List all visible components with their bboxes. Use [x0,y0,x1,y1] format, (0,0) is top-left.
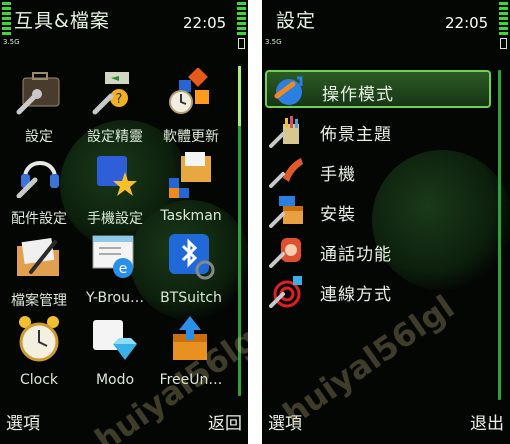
svg-text:?: ? [116,92,123,107]
softkey-back[interactable]: 返回 [208,409,242,434]
accessory-settings-icon [16,161,59,198]
profile-mode-icon [274,76,303,105]
battery-icon [500,38,507,49]
settings-item-connectivity[interactable]: 連線方式 [265,272,491,310]
call-settings-icon [269,238,301,268]
clock-time: 22:05 [445,14,489,32]
themes-icon [269,116,299,148]
grid-item-label: Taskman [160,208,222,224]
phone-icon [269,158,303,188]
scrollbar[interactable] [498,70,501,400]
battery-icon [238,38,245,49]
settings-item-installation[interactable]: 安裝 [265,192,491,230]
grid-item-clock[interactable]: Clock [0,314,78,402]
status-bar: 設定 22:05 3.5G [262,0,510,50]
grid-item-label: 設定精靈 [87,129,143,145]
connectivity-icon [269,276,302,308]
network-type: 3.5G [265,38,282,46]
settings-item-label: 安裝 [320,205,356,225]
settings-screen: 設定 22:05 3.5G 操作模式 佈景主題 手機 安裝 通話功能 連線方式 … [262,0,510,444]
web-browser-icon: e [92,235,134,278]
file-manager-icon [17,238,59,276]
settings-item-label: 佈景主題 [320,125,392,145]
grid-item-label: 軟體更新 [163,129,219,145]
page-title: 設定 [276,10,317,32]
grid-item-label: Clock [19,372,59,388]
grid-item-software-update[interactable]: 軟體更新 [152,68,230,156]
network-type: 3.5G [3,38,20,46]
grid-item-label: Y-Brou… [86,290,144,306]
grid-item-settings[interactable]: 設定 [0,68,78,156]
grid-item-file-manager[interactable]: 檔案管理 [0,232,78,320]
grid-item-label: 設定 [25,129,53,145]
grid-item-label: BTSuitch [160,290,222,306]
grid-item-label: 配件設定 [11,211,67,227]
settings-item-label: 通話功能 [320,245,392,265]
settings-wizard-icon: ? [92,72,129,115]
svg-text:e: e [119,261,128,277]
grid-item-browser[interactable]: e Y-Brou… [76,232,154,320]
settings-toolbox-icon [16,72,60,115]
signal-strength-icon [2,2,11,35]
task-manager-icon [169,152,211,198]
grid-item-label: 手機設定 [87,211,143,227]
settings-item-profile-mode[interactable]: 操作模式 [265,70,491,108]
settings-item-call-settings[interactable]: 通話功能 [265,232,491,270]
modo-gem-icon [93,320,137,360]
bluetooth-switch-icon [169,234,215,280]
grid-item-taskman[interactable]: Taskman [152,150,230,238]
battery-level-icon [237,2,246,35]
softkey-options[interactable]: 選項 [6,409,40,434]
settings-item-label: 操作模式 [322,85,394,105]
status-bar: 互具&檔案 22:05 3.5G [0,0,248,50]
softkey-exit[interactable]: 退出 [470,409,504,434]
installation-icon [269,196,303,228]
grid-item-accessory-settings[interactable]: 配件設定 [0,150,78,238]
software-update-icon [169,68,209,114]
grid-item-label: 檔案管理 [11,293,67,309]
battery-level-icon [499,2,508,35]
tools-files-screen: 互具&檔案 22:05 3.5G 設定 ? 設定精靈 軟體更新 配件設定 手機設… [0,0,248,444]
page-title: 互具&檔案 [14,10,110,32]
grid-item-phone-setup[interactable]: 手機設定 [76,150,154,238]
scrollbar-thumb[interactable] [238,66,241,126]
settings-item-themes[interactable]: 佈景主題 [265,112,491,150]
settings-item-label: 手機 [320,165,356,185]
grid-item-settings-wizard[interactable]: ? 設定精靈 [76,68,154,156]
grid-item-btswitch[interactable]: BTSuitch [152,232,230,320]
settings-item-label: 連線方式 [320,285,392,305]
grid-item-label: Modo [95,372,135,388]
settings-item-phone[interactable]: 手機 [265,152,491,190]
clock-time: 22:05 [183,14,227,32]
phone-setup-icon [97,156,137,196]
alarm-clock-icon [19,316,59,362]
